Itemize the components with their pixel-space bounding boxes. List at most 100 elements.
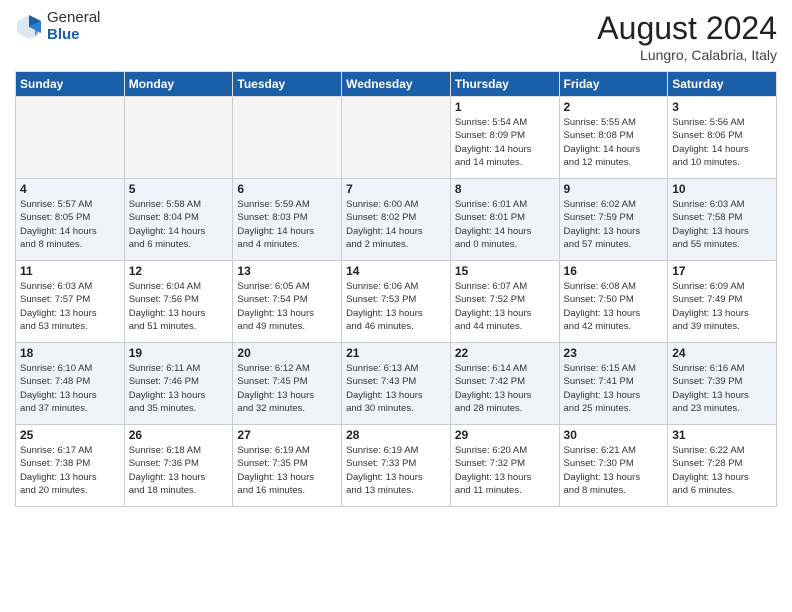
table-row: 24Sunrise: 6:16 AM Sunset: 7:39 PM Dayli… (668, 343, 777, 425)
day-info: Sunrise: 6:01 AM Sunset: 8:01 PM Dayligh… (455, 198, 555, 251)
day-info: Sunrise: 6:06 AM Sunset: 7:53 PM Dayligh… (346, 280, 446, 333)
day-info: Sunrise: 5:56 AM Sunset: 8:06 PM Dayligh… (672, 116, 772, 169)
day-number: 30 (564, 428, 664, 442)
day-info: Sunrise: 6:22 AM Sunset: 7:28 PM Dayligh… (672, 444, 772, 497)
day-info: Sunrise: 5:54 AM Sunset: 8:09 PM Dayligh… (455, 116, 555, 169)
table-row: 20 Sunrise: 6:12 AM Sunset: 7:45 PM Dayli… (233, 343, 342, 425)
table-row: 1 Sunrise: 5:54 AM Sunset: 8:09 PM Daylig… (450, 97, 559, 179)
day-number: 6 (237, 182, 337, 196)
day-number: 5 (129, 182, 229, 196)
table-row (342, 97, 451, 179)
day-number: 12 (129, 264, 229, 278)
table-row: 19Sunrise: 6:11 AM Sunset: 7:46 PM Dayli… (124, 343, 233, 425)
day-info: Sunrise: 6:17 AM Sunset: 7:38 PM Dayligh… (20, 444, 120, 497)
day-number: 27 (237, 428, 337, 442)
logo-blue-text: Blue (47, 27, 100, 44)
day-number: 15 (455, 264, 555, 278)
day-number: 13 (237, 264, 337, 278)
table-row: 16 Sunrise: 6:08 AM Sunset: 7:50 PM Dayli… (559, 261, 668, 343)
day-info: Sunrise: 5:59 AM Sunset: 8:03 PM Dayligh… (237, 198, 337, 251)
day-info: Sunrise: 6:20 AM Sunset: 7:32 PM Dayligh… (455, 444, 555, 497)
day-number: 3 (672, 100, 772, 114)
day-info: Sunrise: 6:14 AM Sunset: 7:42 PM Dayligh… (455, 362, 555, 415)
day-info: Sunrise: 6:19 AM Sunset: 7:35 PM Dayligh… (237, 444, 337, 497)
table-row: 29Sunrise: 6:20 AM Sunset: 7:32 PM Dayli… (450, 425, 559, 507)
calendar-week-row: 25 Sunrise: 6:17 AM Sunset: 7:38 PM Dayli… (16, 425, 777, 507)
table-row: 21Sunrise: 6:13 AM Sunset: 7:43 PM Dayli… (342, 343, 451, 425)
table-row: 23 Sunrise: 6:15 AM Sunset: 7:41 PM Dayli… (559, 343, 668, 425)
day-info: Sunrise: 6:16 AM Sunset: 7:39 PM Dayligh… (672, 362, 772, 415)
day-number: 25 (20, 428, 120, 442)
day-number: 18 (20, 346, 120, 360)
day-number: 1 (455, 100, 555, 114)
day-number: 4 (20, 182, 120, 196)
location: Lungro, Calabria, Italy (597, 47, 777, 63)
table-row: 14Sunrise: 6:06 AM Sunset: 7:53 PM Dayli… (342, 261, 451, 343)
day-info: Sunrise: 6:15 AM Sunset: 7:41 PM Dayligh… (564, 362, 664, 415)
day-number: 23 (564, 346, 664, 360)
day-info: Sunrise: 6:10 AM Sunset: 7:48 PM Dayligh… (20, 362, 120, 415)
day-number: 8 (455, 182, 555, 196)
table-row: 4 Sunrise: 5:57 AM Sunset: 8:05 PM Daylig… (16, 179, 125, 261)
calendar-header-row: Sunday Monday Tuesday Wednesday Thursday… (16, 72, 777, 97)
day-info: Sunrise: 6:08 AM Sunset: 7:50 PM Dayligh… (564, 280, 664, 333)
col-sunday: Sunday (16, 72, 125, 97)
day-info: Sunrise: 6:19 AM Sunset: 7:33 PM Dayligh… (346, 444, 446, 497)
table-row: 5Sunrise: 5:58 AM Sunset: 8:04 PM Daylig… (124, 179, 233, 261)
calendar-week-row: 11 Sunrise: 6:03 AM Sunset: 7:57 PM Dayli… (16, 261, 777, 343)
day-number: 7 (346, 182, 446, 196)
day-info: Sunrise: 5:57 AM Sunset: 8:05 PM Dayligh… (20, 198, 120, 251)
day-number: 21 (346, 346, 446, 360)
day-number: 19 (129, 346, 229, 360)
day-number: 17 (672, 264, 772, 278)
day-number: 11 (20, 264, 120, 278)
title-area: August 2024 Lungro, Calabria, Italy (597, 10, 777, 63)
table-row: 31 Sunrise: 6:22 AM Sunset: 7:28 PM Dayli… (668, 425, 777, 507)
table-row: 17Sunrise: 6:09 AM Sunset: 7:49 PM Dayli… (668, 261, 777, 343)
table-row: 27 Sunrise: 6:19 AM Sunset: 7:35 PM Dayli… (233, 425, 342, 507)
table-row: 11 Sunrise: 6:03 AM Sunset: 7:57 PM Dayli… (16, 261, 125, 343)
month-title: August 2024 (597, 10, 777, 47)
day-number: 16 (564, 264, 664, 278)
table-row: 12Sunrise: 6:04 AM Sunset: 7:56 PM Dayli… (124, 261, 233, 343)
day-number: 20 (237, 346, 337, 360)
table-row: 6 Sunrise: 5:59 AM Sunset: 8:03 PM Daylig… (233, 179, 342, 261)
day-info: Sunrise: 6:05 AM Sunset: 7:54 PM Dayligh… (237, 280, 337, 333)
col-wednesday: Wednesday (342, 72, 451, 97)
header: General Blue August 2024 Lungro, Calabri… (15, 10, 777, 63)
day-number: 26 (129, 428, 229, 442)
day-number: 31 (672, 428, 772, 442)
calendar-week-row: 18 Sunrise: 6:10 AM Sunset: 7:48 PM Dayli… (16, 343, 777, 425)
col-thursday: Thursday (450, 72, 559, 97)
day-info: Sunrise: 6:02 AM Sunset: 7:59 PM Dayligh… (564, 198, 664, 251)
table-row: 28 Sunrise: 6:19 AM Sunset: 7:33 PM Dayli… (342, 425, 451, 507)
day-info: Sunrise: 6:18 AM Sunset: 7:36 PM Dayligh… (129, 444, 229, 497)
day-info: Sunrise: 6:21 AM Sunset: 7:30 PM Dayligh… (564, 444, 664, 497)
day-info: Sunrise: 5:55 AM Sunset: 8:08 PM Dayligh… (564, 116, 664, 169)
table-row: 26 Sunrise: 6:18 AM Sunset: 7:36 PM Dayli… (124, 425, 233, 507)
day-info: Sunrise: 6:03 AM Sunset: 7:57 PM Dayligh… (20, 280, 120, 333)
table-row: 25 Sunrise: 6:17 AM Sunset: 7:38 PM Dayli… (16, 425, 125, 507)
day-number: 28 (346, 428, 446, 442)
col-saturday: Saturday (668, 72, 777, 97)
logo: General Blue (15, 10, 100, 43)
table-row (233, 97, 342, 179)
logo-general-text: General (47, 10, 100, 27)
table-row: 30 Sunrise: 6:21 AM Sunset: 7:30 PM Dayli… (559, 425, 668, 507)
logo-icon (15, 13, 43, 41)
table-row (124, 97, 233, 179)
day-number: 10 (672, 182, 772, 196)
calendar: Sunday Monday Tuesday Wednesday Thursday… (15, 71, 777, 507)
table-row: 10Sunrise: 6:03 AM Sunset: 7:58 PM Dayli… (668, 179, 777, 261)
day-number: 2 (564, 100, 664, 114)
day-info: Sunrise: 6:12 AM Sunset: 7:45 PM Dayligh… (237, 362, 337, 415)
table-row: 22Sunrise: 6:14 AM Sunset: 7:42 PM Dayli… (450, 343, 559, 425)
page: General Blue August 2024 Lungro, Calabri… (0, 0, 792, 612)
table-row: 9Sunrise: 6:02 AM Sunset: 7:59 PM Daylig… (559, 179, 668, 261)
calendar-week-row: 4 Sunrise: 5:57 AM Sunset: 8:05 PM Daylig… (16, 179, 777, 261)
day-info: Sunrise: 6:00 AM Sunset: 8:02 PM Dayligh… (346, 198, 446, 251)
col-friday: Friday (559, 72, 668, 97)
day-info: Sunrise: 6:07 AM Sunset: 7:52 PM Dayligh… (455, 280, 555, 333)
table-row: 7 Sunrise: 6:00 AM Sunset: 8:02 PM Daylig… (342, 179, 451, 261)
table-row: 15 Sunrise: 6:07 AM Sunset: 7:52 PM Dayli… (450, 261, 559, 343)
